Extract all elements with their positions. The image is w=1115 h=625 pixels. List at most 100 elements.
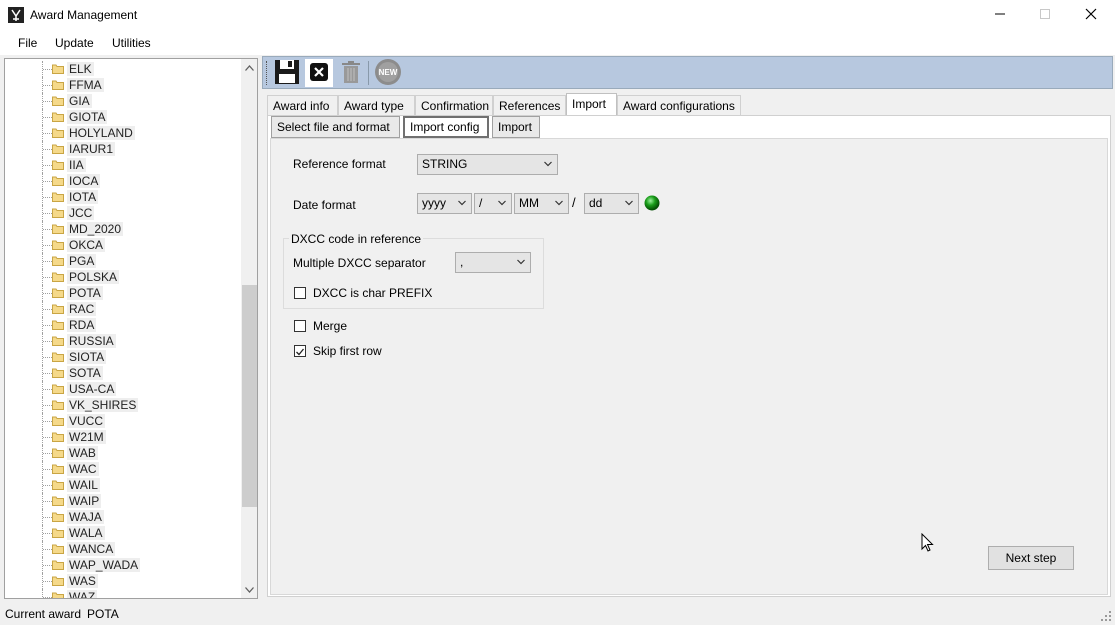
- tree-item[interactable]: RDA: [5, 317, 240, 333]
- tree-item[interactable]: HOLYLAND: [5, 125, 240, 141]
- tab-award-type[interactable]: Award type: [338, 95, 415, 115]
- tree-item[interactable]: RAC: [5, 301, 240, 317]
- tree-item[interactable]: GIA: [5, 93, 240, 109]
- menu-file[interactable]: File: [18, 36, 37, 50]
- tree-line: [43, 549, 52, 550]
- date-separator-select[interactable]: /: [474, 193, 512, 214]
- tree-item[interactable]: W21M: [5, 429, 240, 445]
- reference-format-select[interactable]: STRING: [417, 154, 558, 175]
- scroll-down-icon[interactable]: [241, 581, 257, 598]
- skip-first-row-checkbox[interactable]: [294, 345, 306, 357]
- tab-confirmation[interactable]: Confirmation: [415, 95, 493, 115]
- tree-item[interactable]: SIOTA: [5, 349, 240, 365]
- new-button[interactable]: NEW: [374, 58, 402, 87]
- tree-line: [43, 485, 52, 486]
- tree-item[interactable]: WAJA: [5, 509, 240, 525]
- merge-checkbox[interactable]: [294, 320, 306, 332]
- award-tree[interactable]: ELK FFMA GIA GIOTA HOLYLAND IARUR1 IIA IOCA IOTA…: [4, 58, 258, 599]
- delete-button[interactable]: [337, 59, 365, 87]
- tree-item[interactable]: IOTA: [5, 189, 240, 205]
- subtab-import-config[interactable]: Import config: [403, 116, 489, 138]
- tree-item[interactable]: WAC: [5, 461, 240, 477]
- tree-item-label: WALA: [67, 526, 105, 540]
- tree-item[interactable]: IOCA: [5, 173, 240, 189]
- tab-references[interactable]: References: [493, 95, 566, 115]
- tree-item[interactable]: IIA: [5, 157, 240, 173]
- tree-item-label: PGA: [67, 254, 97, 268]
- tree-item[interactable]: VK_SHIRES: [5, 397, 240, 413]
- tree-line: [43, 85, 52, 86]
- tree-item[interactable]: MD_2020: [5, 221, 240, 237]
- close-window-button[interactable]: [1068, 0, 1114, 31]
- tree-item[interactable]: WAS: [5, 573, 240, 589]
- tree-item[interactable]: FFMA: [5, 77, 240, 93]
- maximize-button[interactable]: [1022, 0, 1068, 31]
- tree-item[interactable]: WAIP: [5, 493, 240, 509]
- tree-item[interactable]: USA-CA: [5, 381, 240, 397]
- tree-item[interactable]: SOTA: [5, 365, 240, 381]
- date-part-year-select[interactable]: yyyy: [417, 193, 472, 214]
- menu-utilities[interactable]: Utilities: [112, 36, 151, 50]
- tree-line: [43, 357, 52, 358]
- tree-item[interactable]: WAIL: [5, 477, 240, 493]
- next-step-button[interactable]: Next step: [988, 546, 1074, 570]
- dxcc-prefix-checkbox[interactable]: [294, 287, 306, 299]
- tab-award-info[interactable]: Award info: [267, 95, 338, 115]
- tab-import[interactable]: Import: [566, 93, 617, 115]
- folder-icon: [52, 319, 64, 330]
- tree-item[interactable]: WAB: [5, 445, 240, 461]
- folder-icon: [52, 575, 64, 586]
- tree-item-label: WAS: [67, 574, 98, 588]
- tree-item[interactable]: POLSKA: [5, 269, 240, 285]
- scroll-thumb[interactable]: [242, 285, 257, 507]
- dxcc-group-label: DXCC code in reference: [289, 232, 424, 246]
- close-icon: [1085, 8, 1097, 23]
- toolbar-grip[interactable]: [266, 61, 270, 85]
- tree-item-label: POTA: [67, 286, 103, 300]
- tree-item[interactable]: ELK: [5, 61, 240, 77]
- dxcc-separator-select[interactable]: ,: [455, 252, 531, 273]
- resize-grip-icon[interactable]: [1100, 610, 1112, 622]
- tree-scrollbar[interactable]: [241, 59, 257, 598]
- tree-item[interactable]: VUCC: [5, 413, 240, 429]
- tree-item[interactable]: WANCA: [5, 541, 240, 557]
- date-part-month-select[interactable]: MM: [514, 193, 569, 214]
- tree-item[interactable]: WAP_WADA: [5, 557, 240, 573]
- folder-icon: [52, 127, 64, 138]
- tree-item[interactable]: WAZ: [5, 589, 240, 598]
- tree-line: [43, 517, 52, 518]
- tree-item-label: GIOTA: [67, 110, 108, 124]
- save-button[interactable]: [273, 59, 301, 87]
- tree-item[interactable]: PGA: [5, 253, 240, 269]
- folder-icon: [52, 495, 64, 506]
- tree-item[interactable]: OKCA: [5, 237, 240, 253]
- discard-button[interactable]: [305, 59, 333, 87]
- subtab-import[interactable]: Import: [492, 116, 540, 138]
- tree-line: [43, 69, 52, 70]
- tree-item[interactable]: IARUR1: [5, 141, 240, 157]
- tree-item-label: RDA: [67, 318, 97, 332]
- date-part-day-select[interactable]: dd: [584, 193, 639, 214]
- reference-format-label: Reference format: [293, 157, 386, 171]
- folder-icon: [52, 511, 64, 522]
- tree-item[interactable]: WALA: [5, 525, 240, 541]
- folder-icon: [52, 239, 64, 250]
- tree-item[interactable]: POTA: [5, 285, 240, 301]
- subtab-select-file[interactable]: Select file and format: [271, 116, 400, 138]
- tree-line: [43, 133, 52, 134]
- toolbar: NEW: [262, 56, 1113, 89]
- dxcc-prefix-label: DXCC is char PREFIX: [313, 286, 433, 300]
- tree-item[interactable]: JCC: [5, 205, 240, 221]
- chevron-down-icon: [555, 200, 563, 206]
- menu-update[interactable]: Update: [55, 36, 94, 50]
- scroll-up-icon[interactable]: [241, 59, 257, 76]
- tree-item[interactable]: RUSSIA: [5, 333, 240, 349]
- folder-icon: [52, 383, 64, 394]
- tree-item[interactable]: GIOTA: [5, 109, 240, 125]
- minimize-button[interactable]: [977, 0, 1023, 31]
- folder-icon: [52, 479, 64, 490]
- tab-award-configurations[interactable]: Award configurations: [617, 95, 741, 115]
- tree-line: [43, 389, 52, 390]
- folder-icon: [52, 415, 64, 426]
- tree-item-label: WAB: [67, 446, 98, 460]
